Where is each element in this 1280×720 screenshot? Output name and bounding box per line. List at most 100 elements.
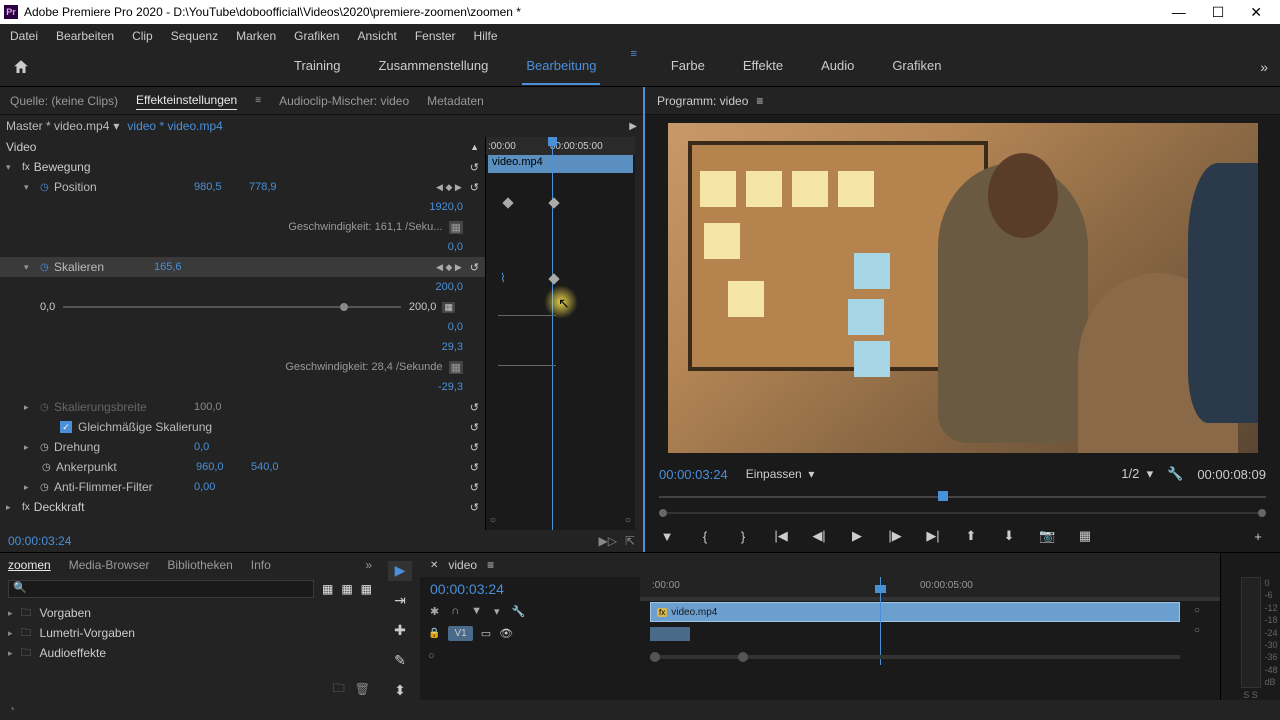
tab-audioclip-mischer[interactable]: Audioclip-Mischer: video [279, 92, 409, 110]
clip-chain-label[interactable]: video * video.mp4 [127, 119, 222, 133]
close-button[interactable]: ✕ [1250, 4, 1262, 21]
reset-icon[interactable]: ↺ [470, 401, 479, 414]
graph-view-icon[interactable]: ▶▷ [598, 534, 616, 548]
menu-ansicht[interactable]: Ansicht [353, 27, 400, 45]
bin-icon-3[interactable]: ▦ [361, 582, 372, 596]
go-to-out-button[interactable]: ▶| [925, 528, 941, 544]
maximize-button[interactable]: ☐ [1212, 4, 1225, 21]
anker-y-value[interactable]: 540,0 [251, 461, 306, 473]
tab-training[interactable]: Training [290, 48, 344, 85]
menu-hilfe[interactable]: Hilfe [470, 27, 502, 45]
track-select-tool[interactable]: ⇥ [388, 591, 412, 611]
zoom-level-dropdown[interactable]: 1/2 ▾ [1121, 466, 1153, 482]
hand-tool[interactable]: ⬍ [388, 680, 412, 700]
track-v1-label[interactable]: V1 [448, 626, 472, 641]
lock-track-icon[interactable]: 🔒 [428, 628, 440, 639]
keyframe-nav[interactable]: ◀ ◆ ▶ [436, 262, 462, 273]
reset-icon[interactable]: ↺ [470, 261, 479, 274]
uniform-scale-checkbox[interactable]: ✓ [60, 421, 72, 433]
stopwatch-icon[interactable]: ◷ [40, 182, 54, 193]
settings-icon[interactable]: ▾ [494, 605, 500, 618]
skalieren-slider[interactable] [63, 306, 401, 308]
home-icon[interactable] [12, 58, 30, 76]
keyframe-diamond[interactable] [548, 197, 559, 208]
bin-icon[interactable]: ▦ [322, 582, 333, 596]
list-item[interactable]: ▸🗀Audioeffekte [8, 643, 372, 663]
keyframe-diamond[interactable] [548, 273, 559, 284]
tab-farbe[interactable]: Farbe [667, 48, 709, 85]
tab-project[interactable]: zoomen [8, 558, 51, 572]
tab-audio[interactable]: Audio [817, 48, 858, 85]
tab-effekte[interactable]: Effekte [739, 48, 787, 85]
tab-bibliotheken[interactable]: Bibliotheken [167, 558, 232, 572]
export-frame-button[interactable]: 📷 [1039, 528, 1055, 544]
keyframe-bezier-icon[interactable]: ⌇ [500, 271, 506, 285]
reset-icon[interactable]: ↺ [470, 161, 479, 174]
minimize-button[interactable]: — [1172, 4, 1186, 21]
deckkraft-label[interactable]: Deckkraft [34, 500, 174, 514]
anker-x-value[interactable]: 960,0 [196, 461, 251, 473]
comparison-view-button[interactable]: ▦ [1077, 528, 1093, 544]
position-x-value[interactable]: 980,5 [194, 181, 249, 193]
workspace-more-icon[interactable]: » [1260, 59, 1268, 75]
linked-selection-icon[interactable]: ∩ [451, 605, 459, 617]
menu-grafiken[interactable]: Grafiken [290, 27, 343, 45]
mark-out-button[interactable]: } [735, 529, 751, 544]
mark-in-button[interactable]: { [697, 529, 713, 544]
antiflimmer-value[interactable]: 0,00 [194, 481, 249, 493]
timeline-playhead[interactable] [880, 577, 881, 665]
tab-bearbeitung[interactable]: Bearbeitung [522, 48, 600, 85]
reset-icon[interactable]: ↺ [470, 441, 479, 454]
step-forward-button[interactable]: |▶ [887, 528, 903, 544]
reset-icon[interactable]: ↺ [470, 501, 479, 514]
tab-metadaten[interactable]: Metadaten [427, 92, 484, 110]
close-seq-icon[interactable]: ✕ [430, 560, 438, 571]
bin-icon-2[interactable]: ▦ [341, 582, 352, 596]
timeline-track-header[interactable]: 🔒 V1 ▭ 👁 [420, 621, 640, 647]
stopwatch-icon[interactable]: ◷ [40, 442, 54, 453]
reset-icon[interactable]: ↺ [470, 181, 479, 194]
wrench-icon[interactable]: 🔧 [512, 605, 526, 618]
list-item[interactable]: ▸🗀Lumetri-Vorgaben [8, 623, 372, 643]
lift-button[interactable]: ⬆ [963, 528, 979, 544]
sync-lock-icon[interactable]: ▭ [481, 627, 491, 640]
menu-clip[interactable]: Clip [128, 27, 157, 45]
bewegung-label[interactable]: Bewegung [34, 160, 174, 174]
menu-sequenz[interactable]: Sequenz [167, 27, 222, 45]
pen-tool[interactable]: ✎ [388, 650, 412, 670]
tab-media-browser[interactable]: Media-Browser [69, 558, 150, 572]
reset-icon[interactable]: ↺ [470, 481, 479, 494]
play-icon[interactable]: ▶ [629, 121, 637, 132]
skalieren-value[interactable]: 165,6 [154, 261, 209, 273]
stopwatch-icon[interactable]: ◷ [40, 402, 54, 413]
go-to-in-button[interactable]: |◀ [773, 528, 789, 544]
panel-menu-icon[interactable]: ≡ [756, 94, 763, 108]
stopwatch-icon[interactable]: ◷ [42, 462, 56, 473]
keyframe-graph[interactable]: :00:0000:00:05:00 video.mp4 ⌇ ↖ ○ ○ [485, 137, 635, 530]
program-video-area[interactable] [645, 115, 1280, 460]
step-back-button[interactable]: ◀| [811, 528, 827, 544]
eye-icon[interactable]: 👁 [499, 627, 513, 640]
menu-bearbeiten[interactable]: Bearbeiten [52, 27, 118, 45]
button-editor-icon[interactable]: + [1250, 529, 1266, 544]
graph-playhead[interactable] [552, 137, 553, 530]
menu-fenster[interactable]: Fenster [411, 27, 460, 45]
menu-datei[interactable]: Datei [6, 27, 42, 45]
list-item[interactable]: ▸🗀Vorgaben [8, 603, 372, 623]
settings-icon[interactable]: 🔧 [1167, 466, 1183, 482]
tab-zusammenstellung[interactable]: Zusammenstellung [374, 48, 492, 85]
workspace-menu-icon[interactable]: ≡ [630, 48, 636, 85]
reset-icon[interactable]: ↺ [470, 421, 479, 434]
program-scrubber[interactable] [659, 488, 1266, 506]
program-zoom-bar[interactable] [659, 506, 1266, 520]
reset-icon[interactable]: ↺ [470, 461, 479, 474]
project-search-input[interactable]: 🔍 [8, 580, 314, 598]
trash-icon[interactable]: 🗑 [355, 682, 370, 696]
new-bin-icon[interactable]: 🗀 [333, 679, 345, 700]
play-button[interactable]: ▶ [849, 528, 865, 544]
timeline-time-display[interactable]: 00:00:03:24 [430, 581, 504, 597]
panel-menu-icon[interactable]: ≡ [255, 95, 261, 106]
snap-icon[interactable]: ✱ [430, 605, 439, 618]
tab-effekteinstellungen[interactable]: Effekteinstellungen [136, 91, 237, 110]
drehung-value[interactable]: 0,0 [194, 441, 249, 453]
